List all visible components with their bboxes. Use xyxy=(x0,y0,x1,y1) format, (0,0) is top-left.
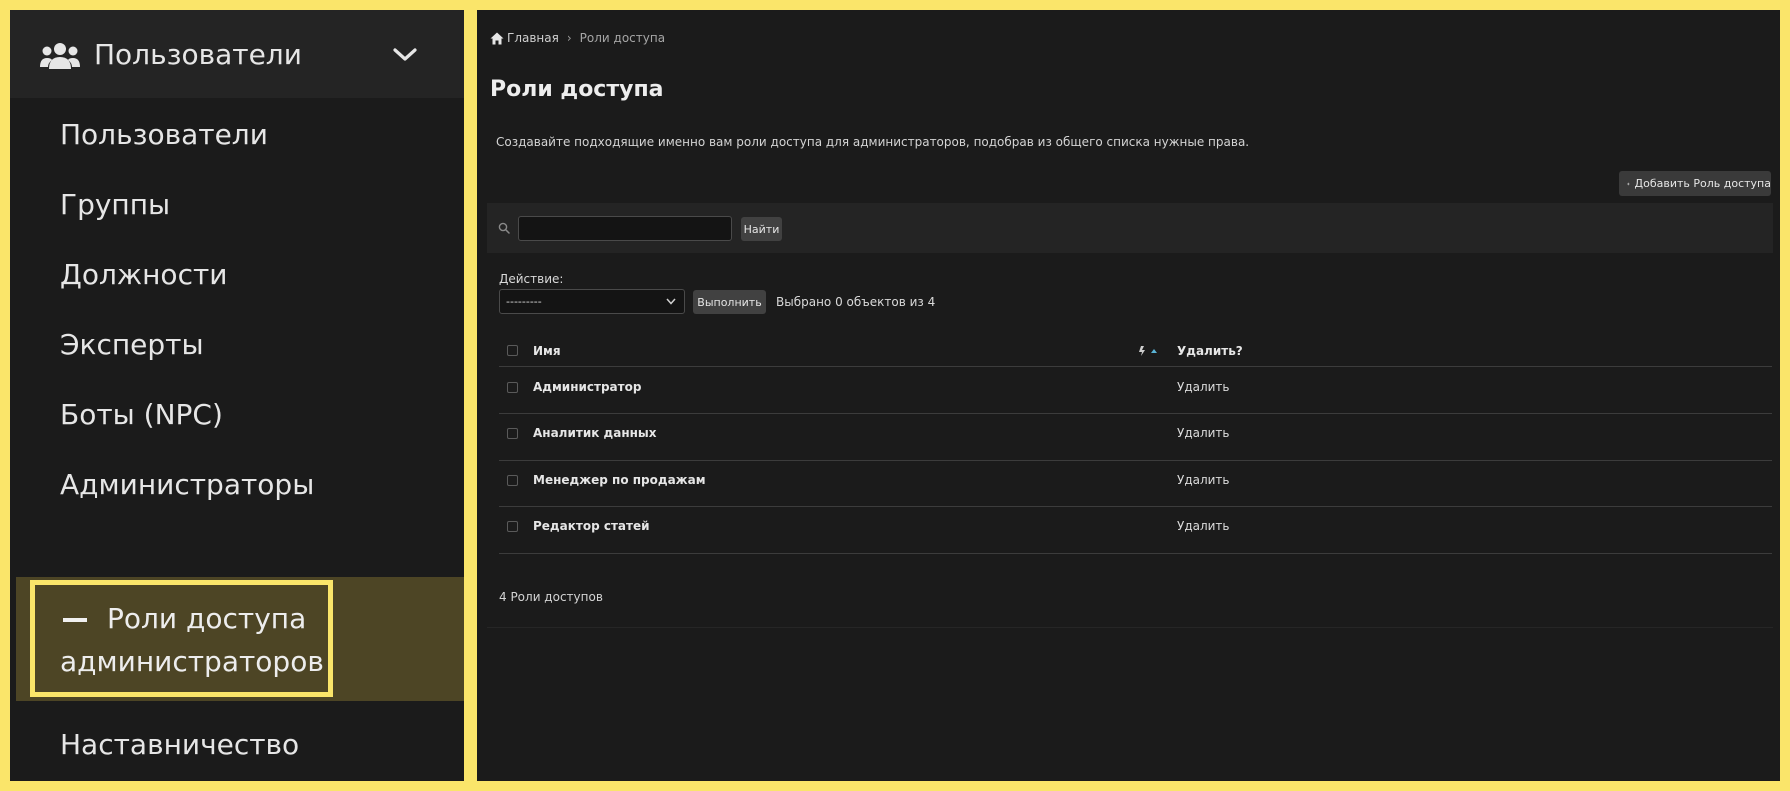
users-icon xyxy=(40,43,80,69)
row-name-link[interactable]: Редактор статей xyxy=(533,519,650,533)
row-checkbox[interactable] xyxy=(507,382,518,393)
sidebar-item-mentoring[interactable]: Наставничество xyxy=(60,728,299,762)
row-checkbox[interactable] xyxy=(507,475,518,486)
sidebar-item-administrators[interactable]: Администраторы xyxy=(60,468,314,502)
breadcrumb-home-link[interactable]: Главная xyxy=(507,31,559,45)
selected-count: Выбрано 0 объектов из 4 xyxy=(776,295,936,309)
action-select[interactable]: --------- xyxy=(499,289,685,314)
row-divider xyxy=(499,553,1772,554)
row-name-link[interactable]: Аналитик данных xyxy=(533,426,657,440)
search-icon xyxy=(498,222,510,234)
select-all-checkbox[interactable] xyxy=(507,345,518,356)
row-name-link[interactable]: Менеджер по продажам xyxy=(533,473,706,487)
total-count: 4 Роли доступов xyxy=(499,590,603,604)
breadcrumb: Главная › Роли доступа xyxy=(490,28,665,48)
row-delete-link[interactable]: Удалить xyxy=(1177,473,1230,487)
row-delete-link[interactable]: Удалить xyxy=(1177,519,1230,533)
action-label: Действие: xyxy=(499,272,564,286)
sidebar-section-users[interactable]: Пользователи xyxy=(10,10,464,98)
sidebar: Пользователи Пользователи Группы Должнос… xyxy=(10,10,464,781)
sidebar-section-label: Пользователи xyxy=(94,38,302,71)
column-header-name[interactable]: Имя xyxy=(533,344,561,358)
page-description: Создавайте подходящие именно вам роли до… xyxy=(496,135,1250,149)
breadcrumb-current: Роли доступа xyxy=(579,31,666,45)
run-action-button[interactable]: Выполнить xyxy=(693,290,766,314)
home-icon xyxy=(490,32,504,44)
sidebar-active-strip xyxy=(10,577,16,701)
table-bottom-border xyxy=(487,627,1773,628)
page-title: Роли доступа xyxy=(490,77,664,102)
sidebar-item-bots[interactable]: Боты (NPC) xyxy=(60,398,223,432)
row-divider xyxy=(499,506,1772,507)
sidebar-item-label-line1: Роли доступа xyxy=(107,602,307,635)
chevron-down-icon[interactable] xyxy=(392,46,418,64)
main-content: Главная › Роли доступа Роли доступа Созд… xyxy=(477,10,1780,781)
sidebar-item-label-line2: администраторов xyxy=(60,645,324,678)
plus-icon xyxy=(1627,182,1630,185)
row-delete-link[interactable]: Удалить xyxy=(1177,380,1230,394)
row-delete-link[interactable]: Удалить xyxy=(1177,426,1230,440)
sidebar-item-experts[interactable]: Эксперты xyxy=(60,328,204,362)
row-name-link[interactable]: Администратор xyxy=(533,380,641,394)
action-select-value: --------- xyxy=(506,295,542,308)
breadcrumb-separator: › xyxy=(566,31,572,45)
row-checkbox[interactable] xyxy=(507,521,518,532)
column-header-delete: Удалить? xyxy=(1177,344,1243,358)
row-divider xyxy=(499,460,1772,461)
search-toolbar: Найти xyxy=(487,203,1773,253)
minus-icon xyxy=(63,618,87,622)
sidebar-item-groups[interactable]: Группы xyxy=(60,188,170,222)
row-checkbox[interactable] xyxy=(507,428,518,439)
row-divider xyxy=(499,413,1772,414)
search-input[interactable] xyxy=(518,216,732,241)
search-button[interactable]: Найти xyxy=(741,217,782,241)
add-button-label: Добавить Роль доступа xyxy=(1634,177,1771,190)
sidebar-item-positions[interactable]: Должности xyxy=(60,258,227,292)
add-access-role-button[interactable]: Добавить Роль доступа xyxy=(1619,171,1771,196)
row-divider xyxy=(499,366,1772,367)
sort-icon[interactable] xyxy=(1137,344,1163,358)
sidebar-item-users[interactable]: Пользователи xyxy=(60,118,268,152)
chevron-down-icon xyxy=(666,298,676,305)
sidebar-item-access-roles[interactable]: Роли доступа администраторов xyxy=(30,580,333,697)
